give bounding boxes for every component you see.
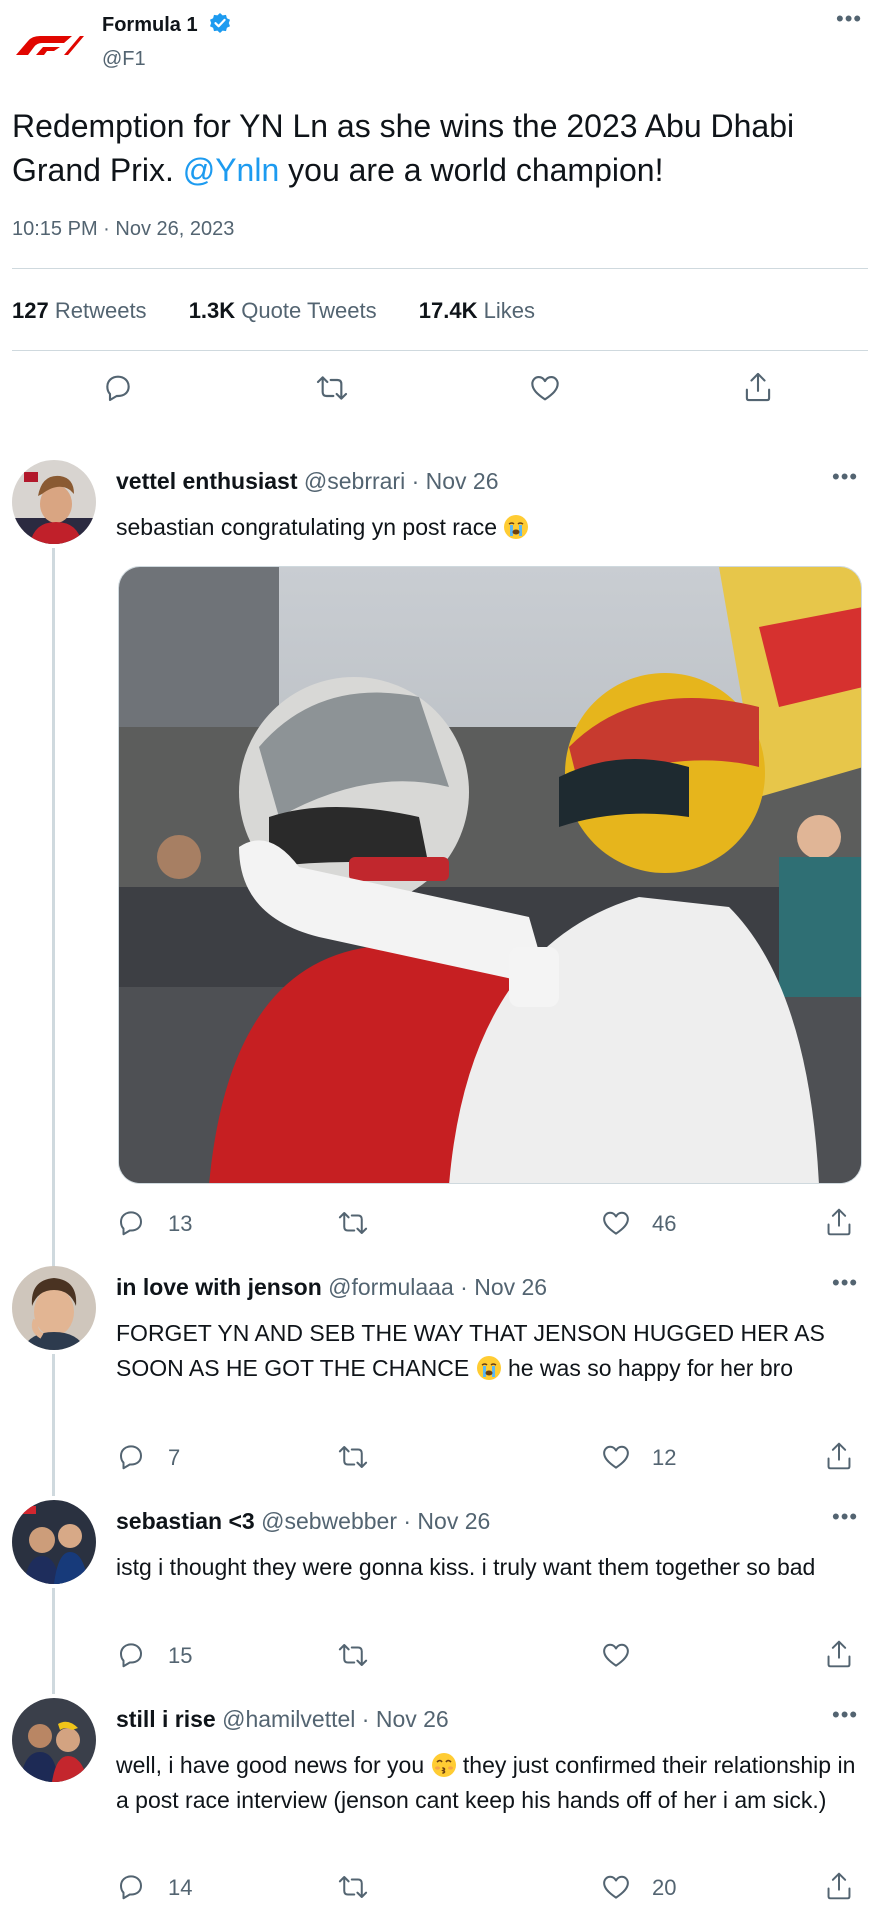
likes-stat[interactable]: 17.4K Likes <box>419 298 535 324</box>
thread-line <box>52 1588 55 1694</box>
quotes-label: Quote Tweets <box>241 298 377 323</box>
reply-author-name[interactable]: vettel enthusiast <box>116 468 298 494</box>
thread-line <box>52 1354 55 1496</box>
kissing-face-icon <box>431 1752 457 1778</box>
like-icon[interactable] <box>600 1442 632 1472</box>
retweet-icon[interactable] <box>336 1208 370 1238</box>
reply-count: 7 <box>168 1445 181 1470</box>
reply-header: in love with jenson @formulaaa · Nov 26 <box>116 1274 547 1301</box>
like-icon[interactable] <box>600 1640 632 1670</box>
reply-author-name[interactable]: still i rise <box>116 1706 216 1732</box>
more-options-icon[interactable]: ••• <box>832 1272 858 1294</box>
mention-link[interactable]: @Ynln <box>183 152 280 188</box>
more-options-icon[interactable]: ••• <box>836 8 862 30</box>
author-handle[interactable]: @F1 <box>102 48 146 71</box>
tweet-stats: 127 Retweets 1.3K Quote Tweets 17.4K Lik… <box>12 298 571 324</box>
main-tweet-header: Formula 1 @F1 ••• <box>0 0 880 80</box>
reply-actions: 13 46 <box>116 1206 868 1242</box>
avatar[interactable] <box>12 1500 96 1584</box>
reply-date[interactable]: · Nov 26 <box>412 468 499 494</box>
reply-text: FORGET YN AND SEB THE WAY THAT JENSON HU… <box>116 1316 868 1386</box>
like-count: 20 <box>652 1875 677 1900</box>
reply-icon[interactable] <box>116 1442 146 1472</box>
reply-actions: 15 <box>116 1638 868 1674</box>
reply-icon[interactable] <box>116 1640 146 1670</box>
reply-text: well, i have good news for you they just… <box>116 1748 868 1818</box>
retweet-icon[interactable] <box>336 1872 370 1902</box>
like-count: 46 <box>652 1211 677 1236</box>
more-options-icon[interactable]: ••• <box>832 1704 858 1726</box>
reply-date[interactable]: · Nov 26 <box>460 1274 547 1300</box>
tweet-timestamp[interactable]: 10:15 PM · Nov 26, 2023 <box>12 218 234 241</box>
likes-count: 17.4K <box>418 298 478 323</box>
reply-actions: 14 20 <box>116 1870 868 1906</box>
reply-author-handle[interactable]: @hamilvettel <box>222 1706 355 1732</box>
f1-logo[interactable] <box>14 34 84 56</box>
retweet-icon[interactable] <box>336 1442 370 1472</box>
reply-author-name[interactable]: in love with jenson <box>116 1274 322 1300</box>
tweet-text-part: you are a world champion! <box>279 152 664 188</box>
retweets-count: 127 <box>12 298 49 323</box>
thread-line <box>52 548 55 1270</box>
share-icon[interactable] <box>824 1870 854 1902</box>
more-options-icon[interactable]: ••• <box>832 1506 858 1528</box>
reply-actions: 7 12 <box>116 1440 868 1476</box>
reply-text: istg i thought they were gonna kiss. i t… <box>116 1554 816 1580</box>
more-options-icon[interactable]: ••• <box>832 466 858 488</box>
share-icon[interactable] <box>824 1638 854 1670</box>
reply-icon[interactable] <box>116 1872 146 1902</box>
reply-text-part: he was so happy for her bro <box>501 1355 794 1381</box>
divider <box>12 350 868 351</box>
avatar[interactable] <box>12 1266 96 1350</box>
likes-label: Likes <box>483 298 535 323</box>
tweet-photo[interactable] <box>118 566 862 1184</box>
share-icon[interactable] <box>742 370 774 404</box>
retweets-stat[interactable]: 127 Retweets <box>12 298 147 324</box>
reply-text-part: well, i have good news for you <box>116 1752 431 1778</box>
reply-count: 15 <box>168 1643 193 1668</box>
like-icon[interactable] <box>600 1208 632 1238</box>
main-tweet-actions <box>0 368 880 412</box>
reply-header: still i rise @hamilvettel · Nov 26 <box>116 1706 449 1733</box>
verified-badge-icon <box>208 12 232 36</box>
retweet-icon[interactable] <box>314 372 350 404</box>
avatar[interactable] <box>12 1698 96 1782</box>
reply-author-handle[interactable]: @formulaaa <box>328 1274 454 1300</box>
reply-author-handle[interactable]: @sebrrari <box>304 468 405 494</box>
reply-author-name[interactable]: sebastian <3 <box>116 1508 255 1534</box>
reply-header: vettel enthusiast @sebrrari · Nov 26 <box>116 468 499 495</box>
loudly-crying-face-icon <box>476 1355 502 1381</box>
retweets-label: Retweets <box>54 298 147 323</box>
quote-tweets-stat[interactable]: 1.3K Quote Tweets <box>189 298 377 324</box>
like-icon[interactable] <box>528 372 562 404</box>
reply-date[interactable]: · Nov 26 <box>403 1508 490 1534</box>
reply-text-part: sebastian congratulating yn post race <box>116 514 498 540</box>
reply-text: sebastian congratulating yn post race <box>116 510 868 545</box>
loudly-crying-face-icon <box>503 514 529 540</box>
reply-icon[interactable] <box>116 1208 146 1238</box>
quotes-count: 1.3K <box>188 298 236 323</box>
main-tweet-text: Redemption for YN Ln as she wins the 202… <box>12 104 872 192</box>
reply-header: sebastian <3 @sebwebber · Nov 26 <box>116 1508 490 1535</box>
author-name[interactable]: Formula 1 <box>102 14 198 37</box>
avatar[interactable] <box>12 460 96 544</box>
reply-date[interactable]: · Nov 26 <box>362 1706 449 1732</box>
like-count: 12 <box>652 1445 677 1470</box>
retweet-icon[interactable] <box>336 1640 370 1670</box>
reply-icon[interactable] <box>102 372 134 404</box>
share-icon[interactable] <box>824 1206 854 1238</box>
reply-count: 14 <box>168 1875 193 1900</box>
share-icon[interactable] <box>824 1440 854 1472</box>
reply-count: 13 <box>168 1211 193 1236</box>
divider <box>12 268 868 269</box>
reply-author-handle[interactable]: @sebwebber <box>261 1508 397 1534</box>
like-icon[interactable] <box>600 1872 632 1902</box>
